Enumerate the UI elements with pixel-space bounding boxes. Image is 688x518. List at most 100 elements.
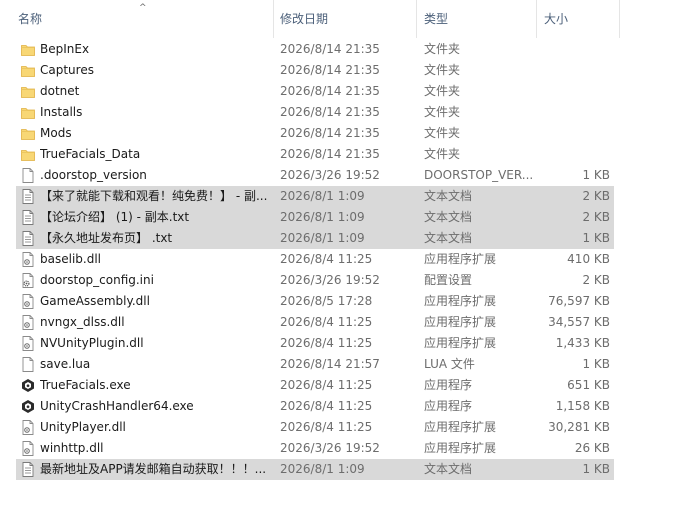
text-file-icon	[21, 189, 35, 204]
file-date: 2026/8/1 1:09	[280, 231, 365, 245]
file-size: 76,597 KB	[548, 294, 610, 308]
column-header-size[interactable]: 大小	[536, 0, 620, 38]
file-row[interactable]: dotnet 2026/8/14 21:35 文件夹	[16, 81, 614, 102]
folder-icon	[21, 84, 35, 99]
file-row[interactable]: save.lua 2026/8/14 21:57 LUA 文件 1 KB	[16, 354, 614, 375]
file-row[interactable]: 【来了就能下载和观看！纯免费！】 - 副... 2026/8/1 1:09 文本文档…	[16, 186, 614, 207]
file-size: 30,281 KB	[548, 420, 610, 434]
file-size: 1,158 KB	[555, 399, 610, 413]
file-date: 2026/8/14 21:35	[280, 105, 380, 119]
file-name: doorstop_config.ini	[40, 273, 154, 287]
dll-icon	[21, 315, 35, 330]
file-type: 文件夹	[424, 126, 461, 140]
file-type: 应用程序扩展	[424, 294, 497, 308]
file-row[interactable]: 【论坛介绍】 (1) - 副本.txt 2026/8/1 1:09 文本文档 2 KB	[16, 207, 614, 228]
file-size: 1 KB	[582, 168, 610, 182]
text-file-icon	[21, 231, 35, 246]
file-row[interactable]: Mods 2026/8/14 21:35 文件夹	[16, 123, 614, 144]
dll-icon	[21, 441, 35, 456]
file-date: 2026/8/4 11:25	[280, 336, 373, 350]
folder-icon	[21, 126, 35, 141]
file-name: BepInEx	[40, 42, 90, 56]
file-date: 2026/8/14 21:35	[280, 84, 380, 98]
file-date: 2026/8/1 1:09	[280, 462, 365, 476]
text-file-icon	[21, 210, 35, 225]
file-row[interactable]: BepInEx 2026/8/14 21:35 文件夹	[16, 39, 614, 60]
file-date: 2026/8/14 21:35	[280, 42, 380, 56]
file-date: 2026/8/1 1:09	[280, 189, 365, 203]
file-name: UnityPlayer.dll	[40, 420, 126, 434]
file-size: 410 KB	[567, 252, 610, 266]
file-size	[536, 123, 610, 144]
file-row[interactable]: doorstop_config.ini 2026/3/26 19:52 配置设置 2 …	[16, 270, 614, 291]
column-header-date[interactable]: 修改日期	[273, 0, 416, 38]
unity-exe-icon	[21, 399, 35, 414]
dll-icon	[21, 252, 35, 267]
file-name: NVUnityPlugin.dll	[40, 336, 144, 350]
file-date: 2026/8/14 21:35	[280, 126, 380, 140]
dll-icon	[21, 294, 35, 309]
file-type: 配置设置	[424, 273, 473, 287]
folder-icon	[21, 63, 35, 78]
file-size: 1,433 KB	[555, 336, 610, 350]
file-type: 应用程序扩展	[424, 315, 497, 329]
file-row[interactable]: UnityCrashHandler64.exe 2026/8/4 11:25 应用程…	[16, 396, 614, 417]
sort-ascending-icon: ^	[139, 3, 147, 13]
file-size	[536, 81, 610, 102]
file-name: 【来了就能下载和观看！纯免费！】 - 副...	[40, 189, 268, 203]
folder-icon	[21, 42, 35, 57]
file-name: TrueFacials_Data	[40, 147, 141, 161]
column-header-size-label: 大小	[544, 12, 569, 26]
file-name: nvngx_dlss.dll	[40, 315, 125, 329]
file-row[interactable]: .doorstop_version 2026/3/26 19:52 DOORSTOP…	[16, 165, 614, 186]
file-name: Captures	[40, 63, 94, 77]
file-type: 文件夹	[424, 105, 461, 119]
file-size	[536, 102, 610, 123]
file-name: save.lua	[40, 357, 91, 371]
file-date: 2026/8/14 21:35	[280, 147, 380, 161]
file-row[interactable]: baselib.dll 2026/8/4 11:25 应用程序扩展 410 KB	[16, 249, 614, 270]
file-row[interactable]: GameAssembly.dll 2026/8/5 17:28 应用程序扩展 76,5…	[16, 291, 614, 312]
file-name: dotnet	[40, 84, 80, 98]
file-type: 文本文档	[424, 189, 473, 203]
file-date: 2026/3/26 19:52	[280, 168, 380, 182]
file-icon	[21, 168, 35, 183]
file-name: winhttp.dll	[40, 441, 104, 455]
column-header-type-label: 类型	[424, 12, 449, 26]
column-header-type[interactable]: 类型	[416, 0, 536, 38]
file-row[interactable]: Installs 2026/8/14 21:35 文件夹	[16, 102, 614, 123]
file-row[interactable]: winhttp.dll 2026/3/26 19:52 应用程序扩展 26 KB	[16, 438, 614, 459]
file-row[interactable]: NVUnityPlugin.dll 2026/8/4 11:25 应用程序扩展 1,4…	[16, 333, 614, 354]
file-type: 应用程序扩展	[424, 336, 497, 350]
file-date: 2026/8/14 21:35	[280, 63, 380, 77]
file-name: .doorstop_version	[40, 168, 147, 182]
text-file-icon	[21, 462, 35, 477]
file-size: 1 KB	[582, 231, 610, 245]
file-date: 2026/8/5 17:28	[280, 294, 373, 308]
file-row[interactable]: TrueFacials_Data 2026/8/14 21:35 文件夹	[16, 144, 614, 165]
config-file-icon	[21, 273, 35, 288]
file-name: Installs	[40, 105, 83, 119]
file-size	[536, 39, 610, 60]
column-header-name-label: 名称	[18, 12, 43, 26]
file-size: 1 KB	[582, 357, 610, 371]
file-row[interactable]: TrueFacials.exe 2026/8/4 11:25 应用程序 651 KB	[16, 375, 614, 396]
file-row[interactable]: 【永久地址发布页】 .txt 2026/8/1 1:09 文本文档 1 KB	[16, 228, 614, 249]
column-header-bar: 名称 ^ 修改日期 类型 大小	[0, 0, 620, 38]
file-row[interactable]: nvngx_dlss.dll 2026/8/4 11:25 应用程序扩展 34,557…	[16, 312, 614, 333]
file-name: 【永久地址发布页】 .txt	[40, 231, 173, 245]
file-size: 1 KB	[582, 462, 610, 476]
file-row[interactable]: UnityPlayer.dll 2026/8/4 11:25 应用程序扩展 30,28…	[16, 417, 614, 438]
file-row[interactable]: Captures 2026/8/14 21:35 文件夹	[16, 60, 614, 81]
file-date: 2026/8/4 11:25	[280, 378, 373, 392]
file-row[interactable]: 最新地址及APP请发邮箱自动获取！！！... 2026/8/1 1:09 文本文档 1…	[16, 459, 614, 480]
dll-icon	[21, 420, 35, 435]
file-date: 2026/3/26 19:52	[280, 273, 380, 287]
folder-icon	[21, 105, 35, 120]
file-date: 2026/8/14 21:57	[280, 357, 380, 371]
file-type: 文件夹	[424, 147, 461, 161]
file-name: UnityCrashHandler64.exe	[40, 399, 194, 413]
file-date: 2026/8/4 11:25	[280, 315, 373, 329]
file-type: 应用程序	[424, 378, 473, 392]
file-size	[536, 144, 610, 165]
